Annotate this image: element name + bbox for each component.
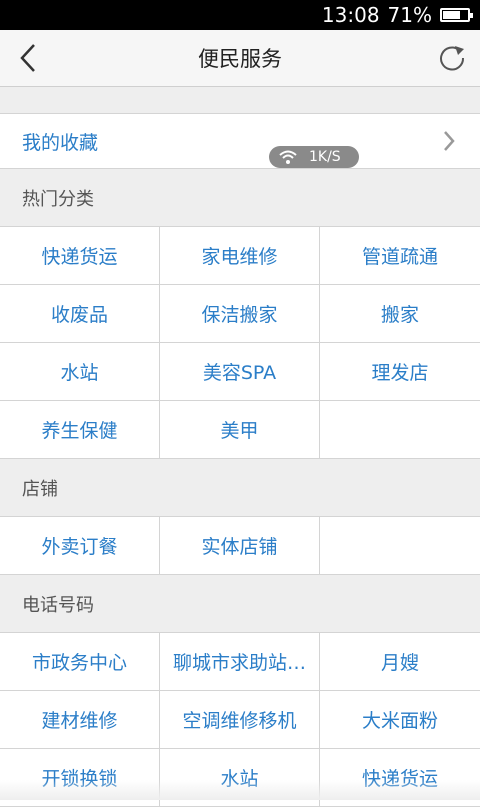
grid-item[interactable]: 外卖订餐: [0, 517, 160, 575]
grid-item[interactable]: 空调维修移机: [160, 691, 320, 749]
grid-item[interactable]: 实体店铺: [160, 517, 320, 575]
grid-item[interactable]: 快递货运: [0, 227, 160, 285]
wifi-icon: [279, 150, 297, 164]
grid-item[interactable]: 美容SPA: [160, 343, 320, 401]
grid-item[interactable]: 月嫂: [320, 633, 480, 691]
battery-fill: [443, 11, 461, 19]
service-sections: 热门分类 快递货运 家电维修 管道疏通收废品 保洁搬家 搬家水站 美容SPA 理发店养生保健美…: [0, 169, 480, 807]
favorites-label: 我的收藏: [22, 131, 99, 154]
network-speed: 1K/S: [309, 149, 341, 165]
refresh-icon: [440, 46, 465, 71]
page-title: 便民服务: [198, 47, 282, 71]
grid-item[interactable]: 搬家: [320, 285, 480, 343]
battery-percent: 71%: [387, 3, 432, 27]
section-header: 电话号码: [0, 575, 480, 633]
favorites-row[interactable]: 我的收藏 1K/S: [0, 113, 480, 169]
grid-item[interactable]: 聊城市求助站…: [160, 633, 320, 691]
grid-item[interactable]: 市政务中心: [0, 633, 160, 691]
grid-item[interactable]: 大米面粉: [320, 691, 480, 749]
grid-item[interactable]: 水站: [0, 343, 160, 401]
title-bar: 便民服务: [0, 30, 480, 87]
chevron-right-icon: [444, 131, 455, 151]
bottom-fade: [0, 780, 480, 800]
battery-icon: [440, 8, 473, 22]
back-button[interactable]: [0, 30, 56, 86]
grid-item[interactable]: 家电维修: [160, 227, 320, 285]
section-grid: 外卖订餐 实体店铺: [0, 517, 480, 575]
grid-item[interactable]: 保洁搬家: [160, 285, 320, 343]
grid-item[interactable]: 收废品: [0, 285, 160, 343]
grid-item[interactable]: 管道疏通: [320, 227, 480, 285]
section-header: 热门分类: [0, 169, 480, 227]
grid-empty-cell: [320, 517, 480, 575]
grid-empty-cell: [320, 401, 480, 459]
grid-item[interactable]: 养生保健: [0, 401, 160, 459]
network-speed-badge: 1K/S: [269, 146, 359, 168]
back-arrow-icon: [20, 44, 35, 72]
status-bar: 13:08 71%: [0, 0, 480, 30]
grid-item[interactable]: 建材维修: [0, 691, 160, 749]
section-header: 店铺: [0, 459, 480, 517]
status-time: 13:08: [321, 3, 380, 27]
grid-item[interactable]: 理发店: [320, 343, 480, 401]
section-grid: 快递货运 家电维修 管道疏通收废品 保洁搬家 搬家水站 美容SPA 理发店养生保健 美甲: [0, 227, 480, 459]
grid-item[interactable]: 美甲: [160, 401, 320, 459]
refresh-button[interactable]: [424, 30, 480, 86]
